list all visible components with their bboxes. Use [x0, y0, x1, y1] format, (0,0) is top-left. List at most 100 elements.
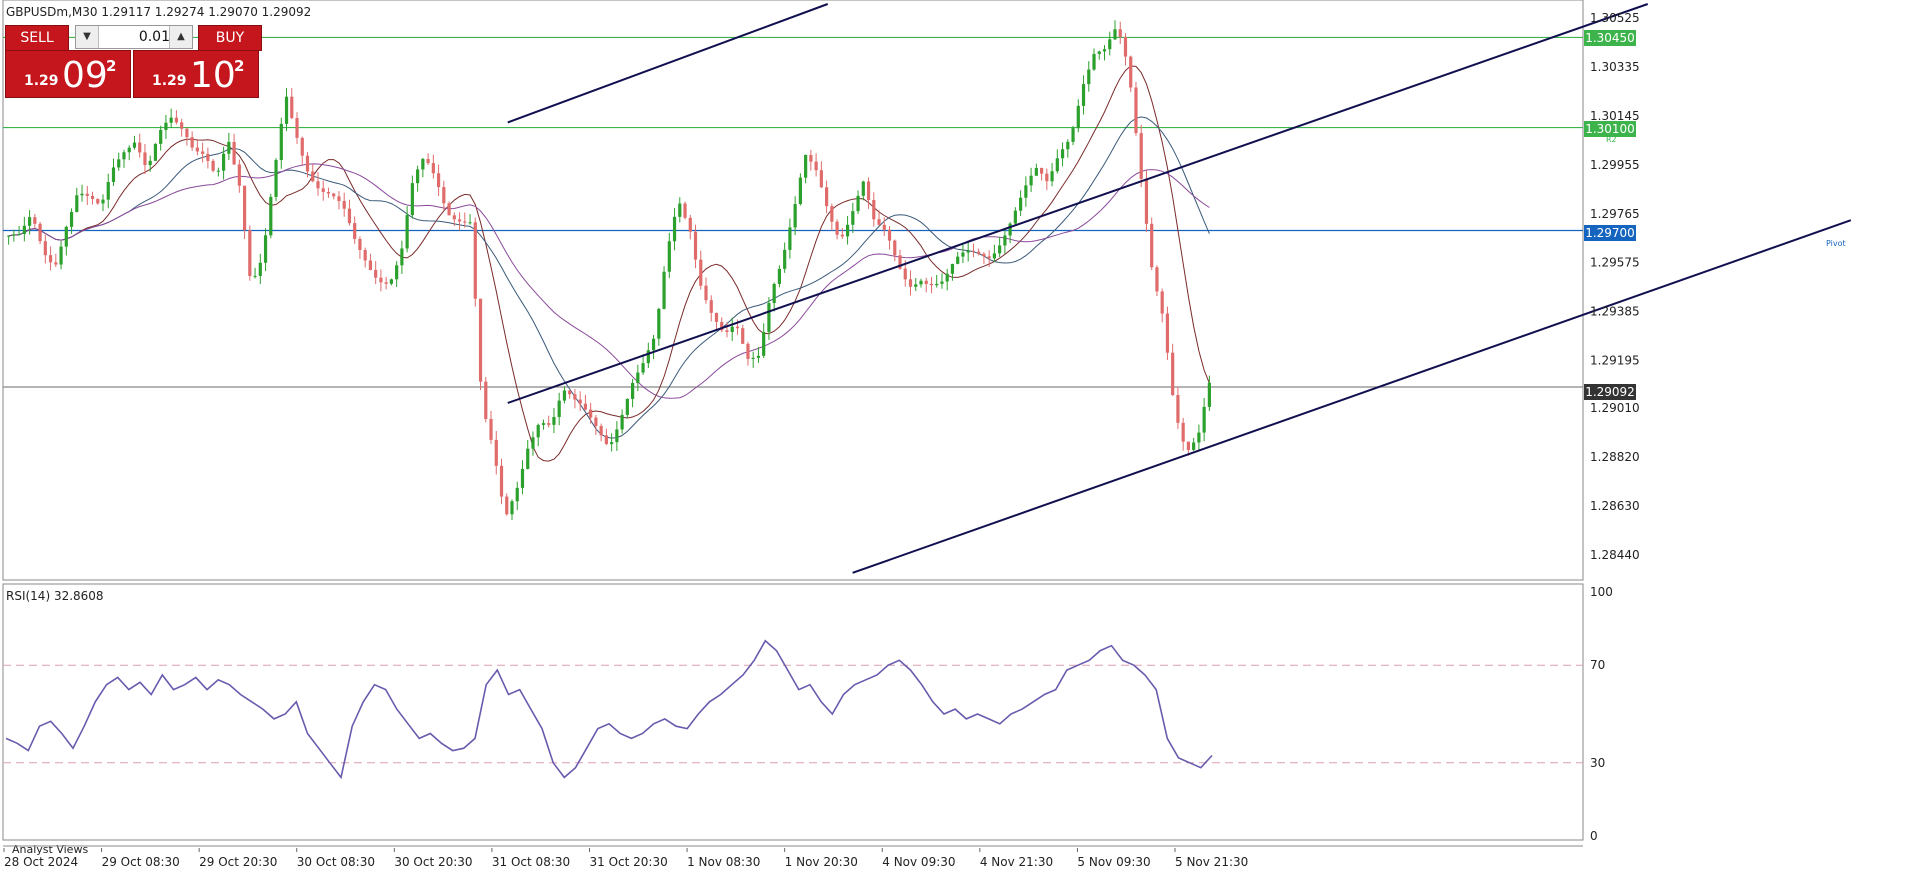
candle-body	[353, 223, 357, 239]
candle-body	[457, 219, 462, 222]
candle-body	[1202, 406, 1206, 433]
price-axis-tick: 1.29955	[1590, 158, 1640, 172]
lot-size-field[interactable]: ▼ 0.01 ▲	[75, 25, 193, 49]
candle-body	[1171, 352, 1175, 396]
candle-body	[992, 253, 996, 259]
candle-body	[174, 117, 179, 123]
candle-body	[604, 435, 608, 445]
candle-body	[783, 249, 787, 269]
candle-body	[672, 216, 677, 242]
price-axis-tick: 1.29385	[1590, 305, 1640, 319]
candle-body	[866, 181, 871, 201]
candle-body	[148, 160, 152, 166]
candle-body	[253, 275, 257, 277]
candle-body	[447, 203, 451, 216]
candle-body	[714, 312, 719, 322]
candle-body	[7, 235, 11, 237]
lot-decrease-icon[interactable]: ▼	[76, 26, 99, 48]
candle-body	[132, 142, 137, 148]
candle-body	[1102, 49, 1107, 52]
candle-body	[33, 217, 37, 224]
candle-body	[725, 330, 729, 333]
candle-body	[552, 416, 556, 425]
candle-body	[625, 398, 629, 415]
candle-body	[1003, 235, 1007, 246]
sell-button[interactable]: SELL	[5, 25, 69, 51]
candle-body	[400, 248, 404, 266]
candle-body	[64, 226, 68, 247]
candle-body	[143, 152, 147, 166]
price-axis-tick: 1.28820	[1590, 450, 1640, 464]
candle-body	[284, 96, 289, 124]
candle-body	[630, 382, 635, 399]
candle-body	[541, 423, 546, 425]
candle-body	[1118, 29, 1122, 37]
buy-button[interactable]: BUY	[198, 25, 262, 51]
candle-body	[709, 300, 713, 313]
candle-body	[919, 280, 923, 285]
time-axis-tick: 5 Nov 21:30	[1175, 855, 1248, 869]
candle-body	[830, 206, 834, 222]
price-axis-tick: 1.29575	[1590, 256, 1640, 270]
candle-body	[368, 260, 373, 270]
candle-body	[1139, 133, 1143, 179]
sell-price-small: 1.29	[24, 73, 59, 89]
candle-body	[793, 204, 797, 228]
candle-body	[929, 283, 934, 286]
candle-body	[489, 418, 493, 440]
lot-size-value[interactable]: 0.01	[98, 29, 170, 45]
candle-body	[1045, 173, 1049, 182]
time-axis-tick: 31 Oct 20:30	[590, 855, 668, 869]
candle-body	[1160, 291, 1164, 314]
candle-body	[1008, 223, 1012, 236]
candle-body	[594, 417, 598, 426]
candle-body	[216, 170, 220, 172]
price-axis-tick: 1.29195	[1590, 353, 1640, 367]
candle-body	[111, 167, 116, 182]
sell-price-box[interactable]: 1.29 09 2	[5, 50, 131, 98]
price-axis-tick: 1.30525	[1590, 11, 1640, 25]
price-axis-tick: 1.28630	[1590, 499, 1640, 513]
candle-body	[248, 230, 252, 276]
candle-body	[756, 355, 761, 358]
candle-body	[431, 163, 435, 174]
candle-body	[940, 281, 944, 284]
candle-body	[96, 198, 100, 204]
candle-body	[242, 185, 247, 231]
candle-body	[279, 123, 283, 161]
buy-price-big: 10	[190, 55, 236, 96]
candle-body	[395, 265, 399, 280]
candle-body	[321, 188, 325, 192]
candle-body	[683, 203, 687, 218]
candle-body	[48, 255, 53, 263]
candle-body	[557, 400, 561, 417]
candle-body	[861, 181, 865, 196]
candle-body	[762, 331, 766, 356]
candle-body	[583, 403, 588, 410]
candle-body	[945, 273, 949, 282]
price-axis-tick: 1.29010	[1590, 401, 1640, 415]
lot-increase-icon[interactable]: ▲	[169, 26, 192, 48]
candle-body	[363, 249, 367, 261]
candle-body	[38, 223, 42, 242]
r2-price-tag: 1.30100	[1584, 121, 1636, 137]
candle-body	[893, 240, 897, 256]
candle-body	[117, 159, 121, 168]
candle-body	[845, 224, 850, 237]
rsi-axis-tick: 70	[1590, 658, 1605, 672]
candle-body	[961, 252, 965, 257]
candle-body	[59, 246, 63, 265]
candle-body	[699, 259, 703, 286]
candle-body	[258, 262, 262, 276]
rsi-header: RSI(14) 32.8608	[6, 589, 104, 603]
candle-body	[935, 283, 939, 286]
price-axis-tick: 1.28440	[1590, 548, 1640, 562]
candle-body	[746, 343, 750, 359]
analyst-views-label[interactable]: Analyst Views	[12, 843, 88, 856]
pivot-marker: Pivot	[1826, 239, 1846, 248]
candle-body	[122, 152, 126, 160]
buy-price-box[interactable]: 1.29 10 2	[133, 50, 259, 98]
candle-body	[1129, 56, 1133, 88]
candle-body	[767, 303, 771, 332]
candle-body	[751, 357, 755, 359]
